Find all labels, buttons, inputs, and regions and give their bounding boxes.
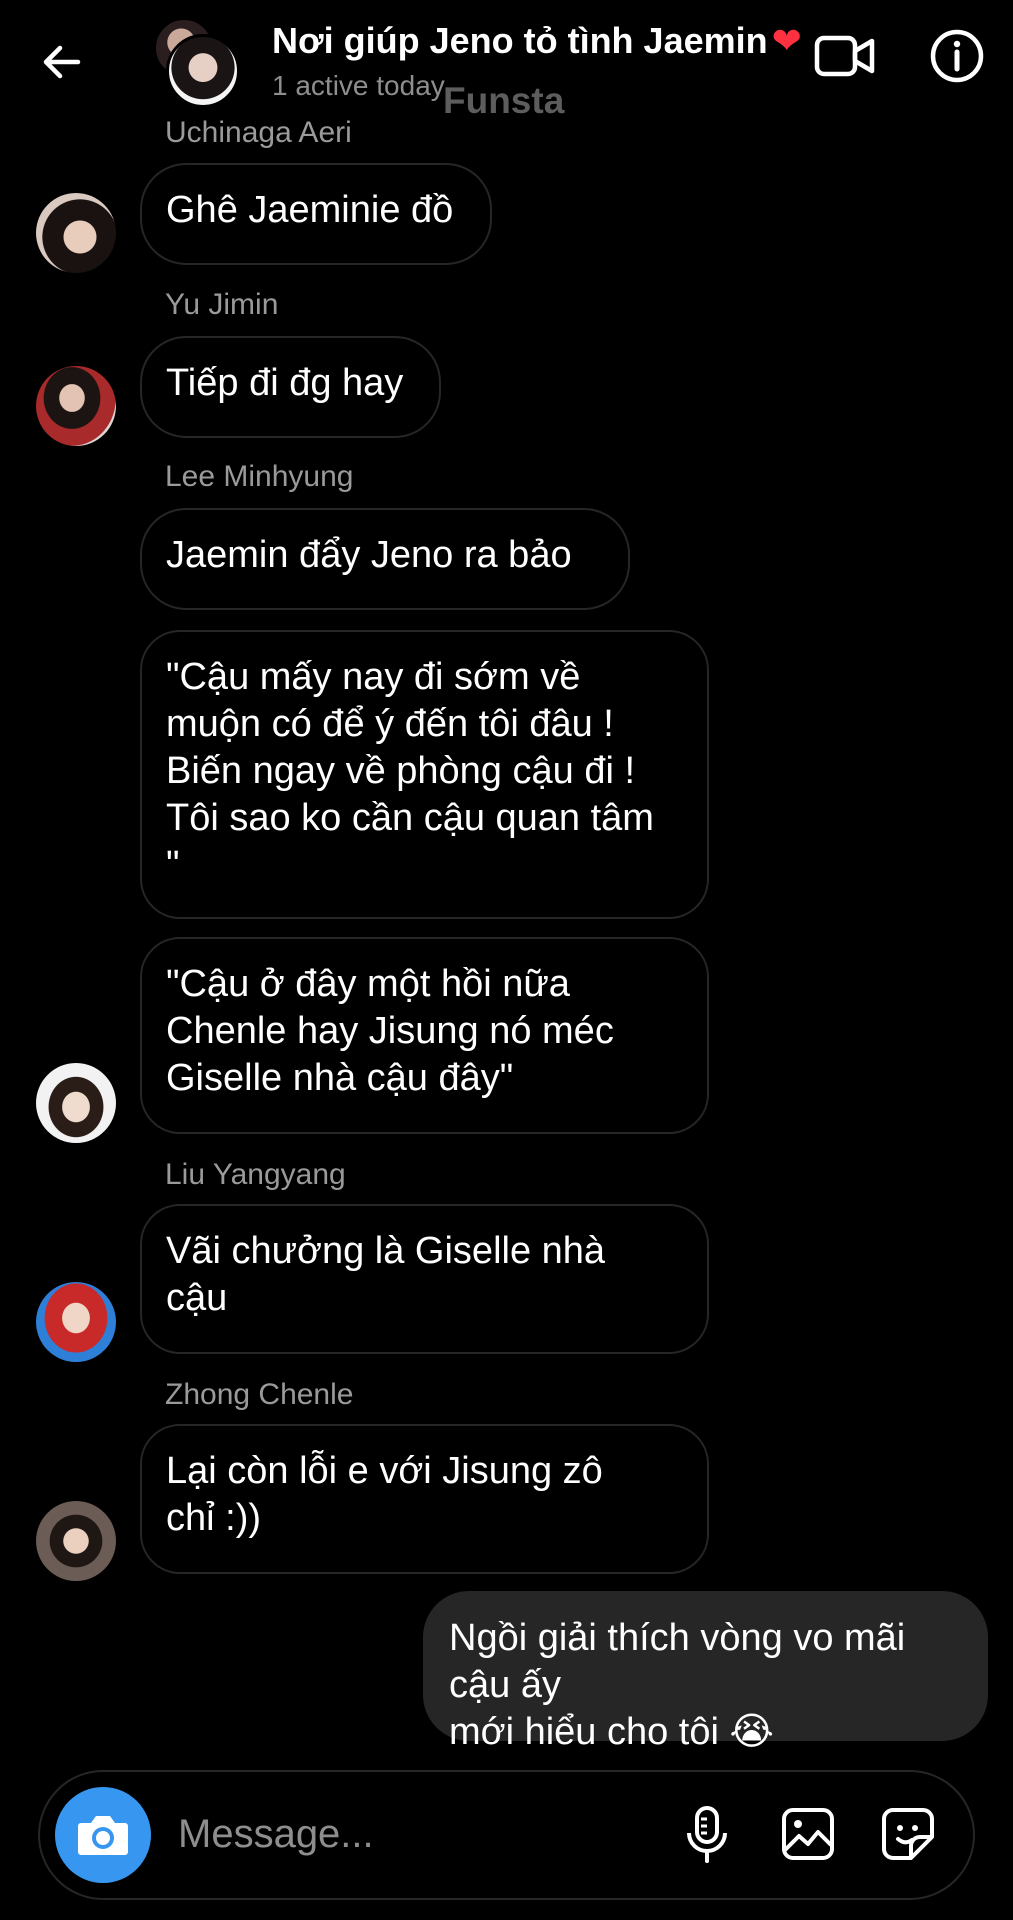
back-button[interactable] — [30, 30, 94, 94]
info-icon — [930, 29, 984, 83]
avatar[interactable] — [36, 1282, 116, 1362]
sender-name: Lee Minhyung — [165, 460, 354, 493]
message-bubble[interactable]: Vãi chưởng là Giselle nhà cậu — [140, 1204, 709, 1354]
message-bubble[interactable]: "Cậu ở đây một hồi nữa Chenle hay Jisung… — [140, 937, 709, 1134]
sender-name: Liu Yangyang — [165, 1158, 346, 1191]
message-bubble[interactable]: "Cậu mấy nay đi sớm về muộn có để ý đến … — [140, 630, 709, 919]
message-bubble[interactable]: Lại còn lỗi e với Jisung zô chỉ :)) — [140, 1424, 709, 1574]
sticker-icon — [882, 1808, 934, 1860]
camera-button[interactable] — [55, 1787, 151, 1883]
chat-title-text: Nơi giúp Jeno tỏ tình Jaemin — [272, 20, 768, 61]
video-camera-icon — [814, 35, 875, 77]
sender-name: Yu Jimin — [165, 288, 279, 321]
gallery-button[interactable] — [780, 1806, 836, 1862]
avatar[interactable] — [36, 1501, 116, 1581]
heart-emoji: ❤ — [771, 20, 802, 61]
chat-title[interactable]: Nơi giúp Jeno tỏ tình Jaemin ❤ — [272, 20, 802, 62]
message-bubble[interactable]: Jaemin đẩy Jeno ra bảo — [140, 508, 630, 610]
arrow-left-icon — [43, 45, 81, 79]
voice-message-button[interactable] — [682, 1802, 732, 1868]
avatar[interactable] — [36, 1063, 116, 1143]
microphone-icon — [687, 1806, 727, 1863]
message-bubble[interactable]: Ghê Jaeminie đồ — [140, 163, 492, 265]
avatar[interactable] — [36, 193, 116, 273]
avatar[interactable] — [36, 366, 116, 446]
sender-name: Zhong Chenle — [165, 1378, 354, 1411]
sender-name: Uchinaga Aeri — [165, 116, 352, 149]
message-input[interactable]: Message... — [178, 1812, 374, 1857]
message-bubble[interactable]: Tiếp đi đg hay — [140, 336, 441, 438]
active-status: 1 active today — [272, 70, 445, 101]
my-message-bubble[interactable]: Ngồi giải thích vòng vo mãi cậu ấy mới h… — [423, 1591, 988, 1753]
info-button[interactable] — [928, 27, 986, 85]
image-icon — [782, 1808, 834, 1860]
video-call-button[interactable] — [812, 28, 878, 84]
watermark: Funsta — [443, 80, 565, 121]
camera-icon — [78, 1816, 128, 1855]
group-avatar[interactable] — [166, 34, 240, 108]
sticker-button[interactable] — [880, 1806, 936, 1862]
